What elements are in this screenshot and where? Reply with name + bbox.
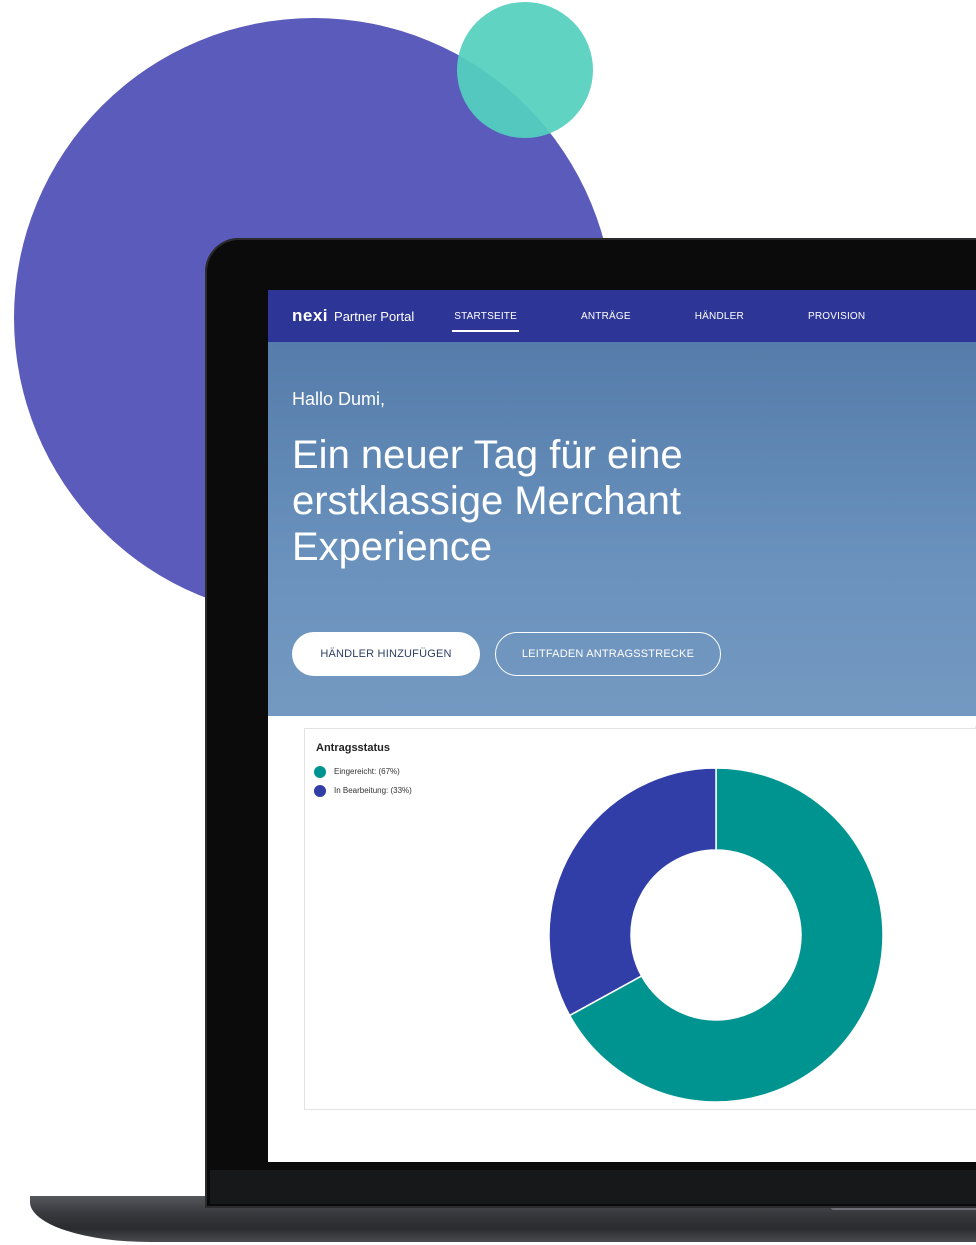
- top-navbar: nexi Partner Portal STARTSEITE ANTRÄGE H…: [268, 290, 976, 342]
- greeting: Hallo Dumi,: [292, 389, 386, 409]
- decorative-teal-circle: [457, 2, 593, 138]
- nexi-logo: nexi: [292, 306, 329, 325]
- application-guide-button[interactable]: LEITFADEN ANTRAGSSTRECKE: [495, 632, 721, 676]
- hero-banner: Hallo Dumi, Ein neuer Tag für eine erstk…: [268, 342, 976, 764]
- donut-chart: [548, 767, 884, 1103]
- nav-item-antraege[interactable]: ANTRÄGE: [581, 305, 631, 328]
- portal-name: Partner Portal: [334, 309, 415, 324]
- nav-item-haendler[interactable]: HÄNDLER: [695, 305, 744, 328]
- application-status-card: Antragsstatus Eingereicht: (67%) In Bear…: [304, 728, 976, 1110]
- laptop-bezel-chin: [210, 1170, 976, 1204]
- add-merchant-button[interactable]: HÄNDLER HINZUFÜGEN: [292, 632, 480, 676]
- nav-item-provision[interactable]: PROVISION: [808, 305, 865, 328]
- stage: nexi Partner Portal STARTSEITE ANTRÄGE H…: [0, 0, 976, 1245]
- nav-item-startseite[interactable]: STARTSEITE: [452, 305, 519, 332]
- brand[interactable]: nexi Partner Portal: [292, 306, 414, 326]
- hero-headline: Ein neuer Tag für eine erstklassige Merc…: [292, 433, 683, 569]
- donut-slice-in-progress[interactable]: [548, 767, 717, 1017]
- laptop-screen: nexi Partner Portal STARTSEITE ANTRÄGE H…: [268, 290, 976, 1162]
